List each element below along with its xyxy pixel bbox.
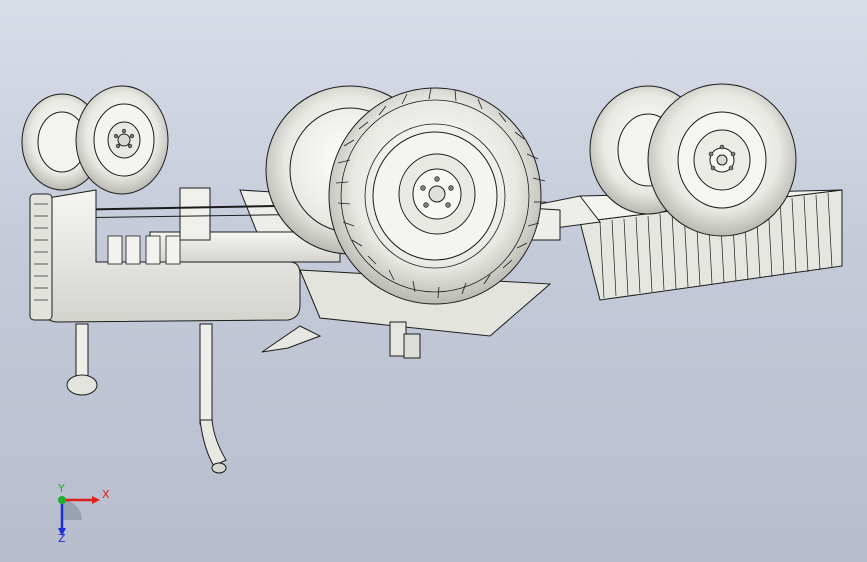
x-axis-label: X bbox=[102, 488, 110, 501]
cylinders bbox=[107, 235, 181, 265]
front-stand bbox=[66, 323, 98, 396]
triad-quadrant bbox=[62, 500, 82, 520]
x-axis-head bbox=[92, 496, 100, 504]
coordinate-triad: X Y Z bbox=[57, 482, 110, 542]
z-axis-label: Z bbox=[58, 532, 66, 542]
graphics-viewport[interactable]: X Y Z bbox=[0, 0, 867, 562]
rear-wheel-outer bbox=[647, 83, 797, 237]
front-wheel-front bbox=[75, 85, 169, 195]
main-lug-wheel bbox=[328, 87, 546, 305]
y-axis-label: Y bbox=[57, 482, 65, 495]
exhaust-pipe bbox=[199, 323, 227, 474]
y-axis-dot bbox=[58, 496, 66, 504]
hook-assembly bbox=[261, 321, 421, 359]
truck-model-underside-view[interactable] bbox=[0, 0, 867, 562]
